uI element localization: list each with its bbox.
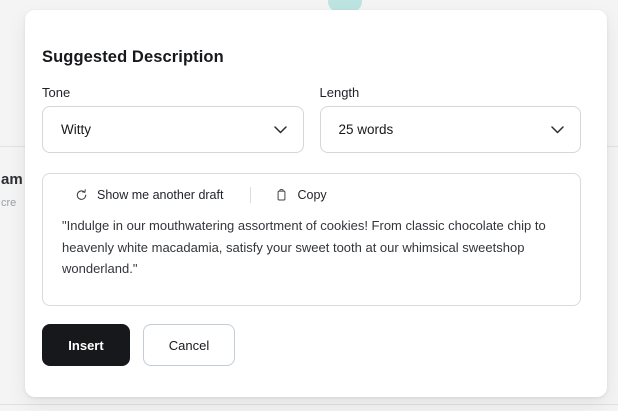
copy-icon	[278, 189, 286, 201]
length-select[interactable]: 25 words	[319, 106, 581, 153]
tone-label: Tone	[42, 85, 71, 100]
chevron-down-icon	[551, 125, 564, 133]
suggested-description-dialog: Suggested Description Tone Witty Length …	[25, 10, 607, 397]
draft-toolbar: Show me another draft Copy	[75, 186, 562, 204]
cancel-button[interactable]: Cancel	[143, 324, 235, 366]
background-text-fragment: am	[1, 171, 23, 188]
refresh-icon	[76, 189, 87, 200]
dialog-actions: Insert Cancel	[42, 324, 581, 366]
suggested-description-text: "Indulge in our mouthwatering assortment…	[62, 218, 546, 276]
background-bottom-divider	[0, 404, 618, 405]
insert-button[interactable]: Insert	[42, 324, 130, 366]
tone-select[interactable]: Witty	[42, 106, 304, 153]
tone-selected-value: Witty	[61, 122, 91, 137]
copy-button[interactable]: Copy	[275, 188, 327, 202]
tone-field: Tone Witty	[42, 85, 304, 153]
length-selected-value: 25 words	[338, 122, 394, 137]
dialog-title: Suggested Description	[42, 48, 224, 66]
background-subtext-fragment: cre	[1, 197, 17, 209]
regenerate-draft-button[interactable]: Show me another draft	[75, 188, 223, 202]
regenerate-draft-label: Show me another draft	[97, 188, 224, 202]
draft-preview-box: Show me another draft Copy "Indulge in o…	[42, 173, 581, 306]
length-label: Length	[319, 85, 360, 100]
chevron-down-icon	[273, 125, 287, 133]
toolbar-divider	[250, 187, 252, 203]
length-field: Length 25 words	[319, 85, 581, 153]
options-row: Tone Witty Length 25 words	[42, 85, 581, 153]
copy-label: Copy	[297, 188, 327, 202]
